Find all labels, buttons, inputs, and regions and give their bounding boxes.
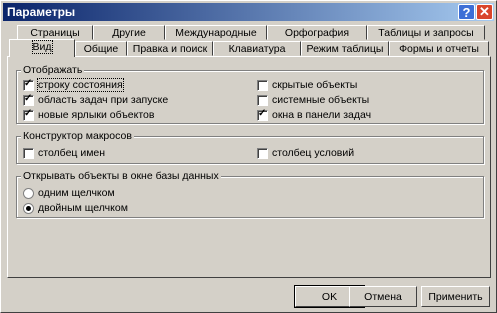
options-dialog: Параметры ? ✕ Страницы Другие Международ… <box>0 0 497 313</box>
tab-spelling[interactable]: Орфография <box>267 25 367 40</box>
tab-tables-queries[interactable]: Таблицы и запросы <box>367 25 485 40</box>
tab-pages[interactable]: Страницы <box>17 25 93 40</box>
checkbox-label: системные объекты <box>272 94 370 106</box>
tab-panel: Отображать строку состояния область зада… <box>7 56 491 278</box>
radio-label: двойным щелчком <box>38 202 128 214</box>
checkbox-hidden-objects[interactable]: скрытые объекты <box>257 79 357 91</box>
checkbox-icon <box>257 147 268 159</box>
checkbox-startup-task-pane[interactable]: область задач при запуске <box>23 93 169 106</box>
tab-datasheet[interactable]: Режим таблицы <box>301 41 389 56</box>
checkbox-icon <box>23 93 34 106</box>
tab-keyboard[interactable]: Клавиатура <box>213 41 301 56</box>
help-icon[interactable]: ? <box>458 4 475 20</box>
radio-label: одним щелчком <box>38 187 115 199</box>
apply-button[interactable]: Применить <box>421 286 490 307</box>
cancel-button[interactable]: Отмена <box>349 286 417 307</box>
group-macro-label: Конструктор макросов <box>21 130 134 142</box>
tab-view[interactable]: Вид <box>9 39 75 57</box>
checkbox-icon <box>257 79 268 91</box>
group-show-label: Отображать <box>21 64 85 76</box>
tab-general[interactable]: Общие <box>75 41 127 56</box>
tab-edit-find[interactable]: Правка и поиск <box>127 41 213 56</box>
checkbox-label: окна в панели задач <box>272 109 372 121</box>
checkbox-icon <box>23 147 34 159</box>
checkbox-icon <box>23 78 34 91</box>
radio-icon <box>23 187 34 199</box>
radio-icon <box>23 202 34 214</box>
window-title: Параметры <box>7 5 76 19</box>
close-icon[interactable]: ✕ <box>476 4 493 20</box>
checkbox-label: столбец условий <box>272 147 355 159</box>
checkbox-label: область задач при запуске <box>38 94 169 106</box>
checkbox-windows-in-taskbar[interactable]: окна в панели задач <box>257 108 372 121</box>
checkbox-new-object-shortcuts[interactable]: новые ярлыки объектов <box>23 108 155 121</box>
tab-forms-reports[interactable]: Формы и отчеты <box>389 41 489 56</box>
checkbox-icon <box>257 108 268 121</box>
checkbox-label: строку состояния <box>37 78 124 92</box>
tab-view-label: Вид <box>31 40 53 54</box>
group-macro-designer: Конструктор макросов столбец имен столбе… <box>16 130 484 164</box>
title-bar[interactable]: Параметры ? ✕ <box>3 3 494 21</box>
radio-single-click[interactable]: одним щелчком <box>23 187 115 199</box>
checkbox-system-objects[interactable]: системные объекты <box>257 94 369 106</box>
group-open-label: Открывать объекты в окне базы данных <box>21 170 221 182</box>
tab-other[interactable]: Другие <box>93 25 165 40</box>
checkbox-icon <box>257 94 268 106</box>
tab-international[interactable]: Международные <box>165 25 267 40</box>
checkbox-label: столбец имен <box>38 147 106 159</box>
checkbox-conditions-column[interactable]: столбец условий <box>257 147 354 159</box>
checkbox-label: новые ярлыки объектов <box>38 109 155 121</box>
group-open-objects: Открывать объекты в окне базы данных одн… <box>16 170 484 218</box>
checkbox-names-column[interactable]: столбец имен <box>23 147 105 159</box>
checkbox-label: скрытые объекты <box>272 79 358 91</box>
radio-double-click[interactable]: двойным щелчком <box>23 202 128 214</box>
group-show: Отображать строку состояния область зада… <box>16 64 484 124</box>
checkbox-icon <box>23 108 34 121</box>
checkbox-status-bar[interactable]: строку состояния <box>23 78 124 92</box>
